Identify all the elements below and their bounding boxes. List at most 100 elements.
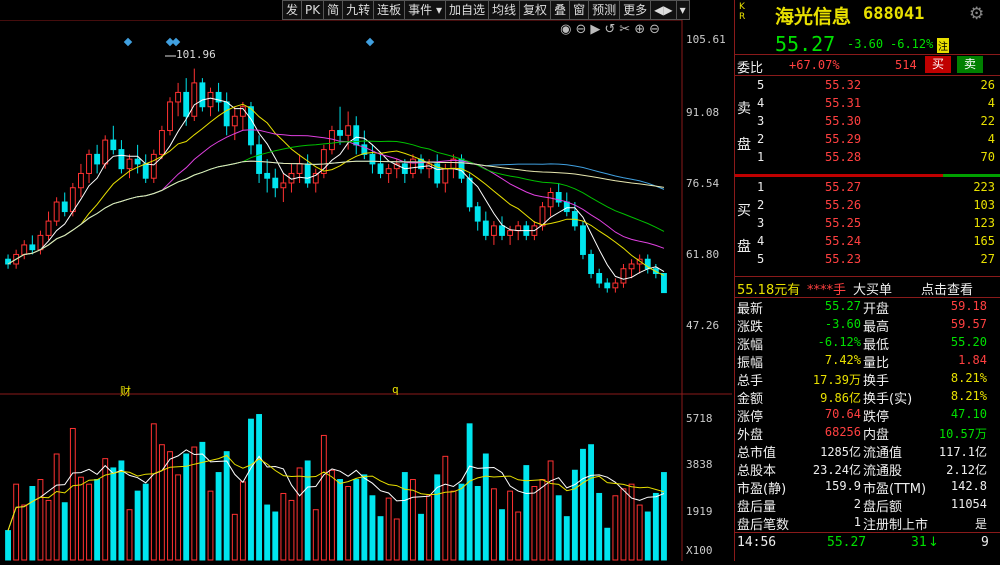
kline-chart[interactable] bbox=[0, 19, 732, 561]
toolbar-button-10[interactable]: 窗 bbox=[570, 0, 590, 20]
asks-price: 55.31 bbox=[825, 96, 862, 110]
event-marker-cai[interactable]: 财 bbox=[120, 383, 131, 399]
toolbar-button-3[interactable]: 九转 bbox=[343, 0, 375, 20]
stat-value: 7.42% bbox=[824, 353, 861, 367]
stat-row: 总市值 1285亿 流通值 117.1亿 bbox=[735, 442, 1000, 461]
candle-body bbox=[385, 168, 392, 174]
asks-row-3[interactable]: 3 55.30 22 bbox=[735, 112, 1000, 131]
gear-icon[interactable]: ⚙ bbox=[969, 4, 984, 24]
asks-row-1[interactable]: 1 55.28 70 bbox=[735, 148, 1000, 167]
eye-icon[interactable]: ◉ bbox=[560, 22, 575, 37]
volume-bar bbox=[426, 495, 433, 561]
toolbar-button-0[interactable]: 发 bbox=[282, 0, 303, 20]
volume-bar bbox=[401, 472, 408, 561]
candle-body bbox=[231, 115, 238, 127]
asks-level: 2 bbox=[757, 132, 765, 146]
asks-row-2[interactable]: 2 55.29 4 bbox=[735, 130, 1000, 149]
candle-body bbox=[442, 168, 449, 184]
toolbar-button-6[interactable]: 加自选 bbox=[446, 0, 490, 20]
stat-label: 最新 bbox=[737, 302, 764, 317]
sell-button[interactable]: 卖 bbox=[957, 56, 983, 73]
stat-value: 59.18 bbox=[950, 299, 987, 313]
asks-row-4[interactable]: 4 55.31 4 bbox=[735, 94, 1000, 113]
candle-body bbox=[118, 149, 125, 170]
big-order-row[interactable]: 55.18元有 ****手 大买单 点击查看 bbox=[735, 278, 1000, 298]
volume-bar bbox=[61, 502, 68, 561]
asks-level: 3 bbox=[757, 114, 765, 128]
toolbar-button-14[interactable]: ▾ bbox=[676, 0, 690, 20]
toolbar-button-7[interactable]: 均线 bbox=[489, 0, 521, 20]
candle-body bbox=[337, 130, 343, 136]
stat-row: 涨跌 -3.60 最高 59.57 bbox=[735, 316, 1000, 335]
stat-value: -6.12% bbox=[817, 335, 861, 349]
stat-label: 市盈(静) bbox=[737, 482, 787, 497]
volume-bar bbox=[102, 458, 109, 561]
volume-bar bbox=[377, 516, 384, 561]
stat-row: 盘后量 2 盘后额 11054 bbox=[735, 496, 1000, 515]
event-marker-q[interactable]: q bbox=[392, 383, 399, 396]
candle-body bbox=[628, 263, 635, 270]
big-order-link[interactable]: 点击查看 bbox=[921, 279, 973, 298]
bids-price: 55.27 bbox=[825, 180, 862, 194]
toolbar-button-2[interactable]: 简 bbox=[324, 0, 344, 20]
kline-chart-area[interactable]: ◉⊖▶↺✂⊕⊖ 105.61 91.08 76.54 61.80 47.26 5… bbox=[0, 19, 732, 561]
bid-side-label-2: 盘 bbox=[737, 239, 751, 255]
stat-row: 外盘 68256 内盘 10.57万 bbox=[735, 424, 1000, 443]
bids-price: 55.24 bbox=[825, 234, 862, 248]
toolbar-button-1[interactable]: PK bbox=[302, 0, 325, 20]
toolbar-button-8[interactable]: 复权 bbox=[520, 0, 552, 20]
stat-value: 是 bbox=[974, 517, 987, 531]
stat-value: 2 bbox=[853, 497, 861, 511]
toolbar-button-13[interactable]: ◀▶ bbox=[651, 0, 677, 20]
volume-bar bbox=[280, 492, 287, 561]
volume-tick-0: 5718 bbox=[686, 412, 713, 425]
bids-row-4[interactable]: 4 55.24 165 bbox=[735, 232, 1000, 251]
bids-row-2[interactable]: 2 55.26 103 bbox=[735, 196, 1000, 215]
play-icon[interactable]: ▶ bbox=[590, 22, 604, 37]
ma120-line bbox=[7, 160, 665, 265]
candle-body bbox=[272, 177, 279, 189]
toolbar-button-4[interactable]: 连板 bbox=[374, 0, 406, 20]
volume-bar bbox=[29, 485, 36, 561]
scissors-icon[interactable]: ✂ bbox=[619, 22, 634, 37]
stat-value: 142.8 bbox=[950, 479, 987, 493]
toolbar-button-9[interactable]: 叠 bbox=[551, 0, 571, 20]
candle-body bbox=[191, 82, 198, 117]
volume-bar bbox=[474, 485, 481, 561]
candle-body bbox=[409, 158, 416, 174]
ask-bar bbox=[735, 174, 943, 177]
volume-bar bbox=[604, 527, 611, 561]
price-pct: -6.12% bbox=[890, 37, 934, 51]
stat-label: 外盘 bbox=[737, 428, 764, 443]
bids-row-1[interactable]: 1 55.27 223 bbox=[735, 178, 1000, 197]
price-tick-3: 61.80 bbox=[686, 248, 720, 261]
undo-icon[interactable]: ↺ bbox=[604, 22, 619, 37]
bids-row-5[interactable]: 5 55.23 27 bbox=[735, 250, 1000, 269]
volume-bar bbox=[215, 472, 222, 561]
zoom-in-icon[interactable]: ⊕ bbox=[634, 22, 649, 37]
minus-icon[interactable]: ⊖ bbox=[575, 22, 590, 37]
toolbar-button-12[interactable]: 更多 bbox=[620, 0, 652, 20]
ask-side-label-2: 盘 bbox=[737, 137, 751, 153]
stat-value: 23.24亿 bbox=[812, 463, 861, 477]
buy-button[interactable]: 买 bbox=[925, 56, 951, 73]
asks-row-5[interactable]: 5 55.32 26 bbox=[735, 76, 1000, 95]
stat-label: 总股本 bbox=[737, 464, 777, 479]
volume-bar bbox=[248, 418, 254, 561]
stat-label: 盘后额 bbox=[863, 500, 903, 515]
zoom-out-icon[interactable]: ⊖ bbox=[649, 22, 664, 37]
candle-body bbox=[377, 163, 384, 174]
toolbar-button-5[interactable]: 事件 ▾ bbox=[405, 0, 447, 20]
candle-body bbox=[29, 244, 36, 251]
stat-value: -3.60 bbox=[824, 317, 861, 331]
bids-row-3[interactable]: 3 55.25 123 bbox=[735, 214, 1000, 233]
stat-value: 55.27 bbox=[824, 299, 861, 313]
stat-value: 1.84 bbox=[958, 353, 987, 367]
candle-body bbox=[248, 106, 254, 146]
toolbar-button-11[interactable]: 预测 bbox=[589, 0, 621, 20]
asks-volume: 4 bbox=[987, 132, 995, 146]
volume-bar bbox=[644, 511, 651, 561]
bids-level: 4 bbox=[757, 234, 765, 248]
volume-bar bbox=[288, 499, 295, 561]
candle-body bbox=[199, 82, 206, 108]
